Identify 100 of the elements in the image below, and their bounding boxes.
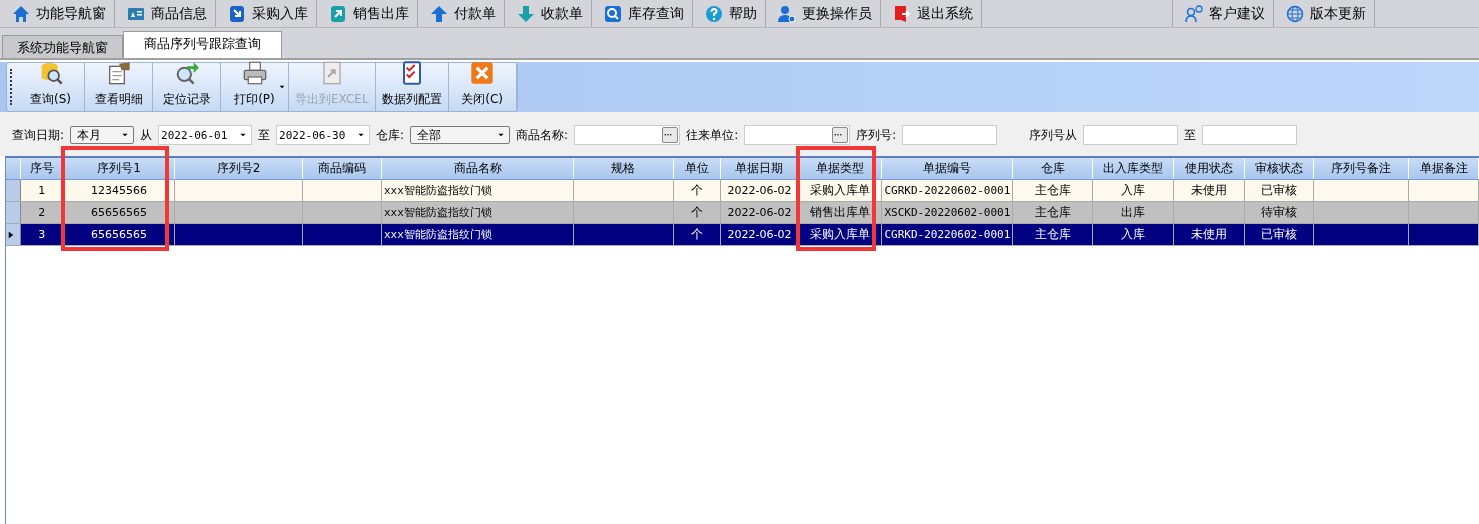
lookup-field[interactable] bbox=[744, 125, 851, 145]
caret-icon bbox=[497, 131, 506, 139]
column-header[interactable]: 审核状态 bbox=[1244, 158, 1314, 180]
column-header[interactable]: 单据编号 bbox=[881, 158, 1013, 180]
dropdown[interactable]: 全部 bbox=[410, 126, 511, 144]
up-arrow-icon bbox=[430, 4, 448, 23]
column-header[interactable]: 单据备注 bbox=[1408, 158, 1479, 180]
tab[interactable]: 系统功能导航窗 bbox=[2, 35, 123, 58]
field-label: 商品名称: bbox=[516, 126, 569, 144]
menu-item[interactable]: 客户建议 bbox=[1173, 0, 1274, 27]
help-icon bbox=[705, 4, 723, 23]
caret-icon bbox=[239, 131, 248, 139]
dropdown[interactable]: 本月 bbox=[70, 126, 135, 144]
column-header[interactable]: 使用状态 bbox=[1173, 158, 1245, 180]
caret-icon bbox=[357, 131, 366, 139]
table-cell: 1 bbox=[38, 184, 46, 197]
column-header[interactable]: 序列号2 bbox=[174, 158, 303, 180]
ellipsis-button[interactable] bbox=[662, 127, 679, 143]
search-icon bbox=[604, 4, 622, 23]
table-cell: 65656565 bbox=[90, 228, 147, 241]
caret-icon bbox=[121, 131, 130, 139]
table-cell: 65656565 bbox=[90, 206, 147, 219]
toolbar-button[interactable]: 查看明细 bbox=[85, 63, 153, 111]
column-header[interactable]: 商品编码 bbox=[302, 158, 382, 180]
menu-item[interactable]: 收款单 bbox=[505, 0, 592, 27]
column-header[interactable]: 仓库 bbox=[1012, 158, 1093, 180]
table-cell: 未使用 bbox=[1190, 227, 1227, 241]
menu-item[interactable]: 帮助 bbox=[693, 0, 766, 27]
field-label: 序列号从 bbox=[1029, 126, 1078, 144]
toolbar-button[interactable]: 定位记录 bbox=[153, 63, 221, 111]
table-cell: 个 bbox=[690, 205, 703, 219]
field-label: 至 bbox=[258, 126, 271, 144]
field-label: 查询日期: bbox=[12, 126, 65, 144]
input-field[interactable] bbox=[1083, 125, 1179, 145]
input-field[interactable] bbox=[1202, 125, 1298, 145]
column-header[interactable]: 单位 bbox=[673, 158, 721, 180]
search-arrow-icon bbox=[174, 61, 199, 85]
table-cell: 已审核 bbox=[1260, 227, 1297, 241]
table-cell: 2022-06-02 bbox=[727, 184, 792, 197]
table-cell: xxx智能防盗指纹门锁 bbox=[383, 184, 492, 197]
column-header[interactable]: 出入库类型 bbox=[1092, 158, 1174, 180]
table-cell: xxx智能防盗指纹门锁 bbox=[383, 206, 492, 219]
menu-item[interactable]: 销售出库 bbox=[317, 0, 418, 27]
printer-icon bbox=[242, 61, 267, 85]
column-header[interactable]: 序号 bbox=[20, 158, 63, 180]
menu-item[interactable]: 库存查询 bbox=[592, 0, 693, 27]
column-header[interactable]: 序列号备注 bbox=[1313, 158, 1409, 180]
triangle-pointer-icon bbox=[6, 229, 16, 240]
field-label: 序列号: bbox=[856, 126, 897, 144]
column-header[interactable]: 商品名称 bbox=[381, 158, 574, 180]
field-label: 至 bbox=[1184, 126, 1197, 144]
column-header[interactable]: 规格 bbox=[573, 158, 674, 180]
row-indicator[interactable] bbox=[6, 223, 21, 246]
table-cell: 主仓库 bbox=[1034, 227, 1071, 241]
user-chat-icon bbox=[1185, 4, 1203, 23]
table-cell: 12345566 bbox=[90, 184, 147, 197]
document-hand-icon bbox=[106, 61, 131, 85]
toolbar-button[interactable]: 查询(S) bbox=[17, 63, 85, 111]
globe-icon bbox=[1286, 4, 1304, 23]
table-cell: XSCKD-20220602-0001 bbox=[884, 206, 1011, 219]
table-cell: 2022-06-02 bbox=[727, 206, 792, 219]
lookup-field[interactable] bbox=[574, 125, 681, 145]
table-cell: 未使用 bbox=[1190, 183, 1227, 197]
exit-door-icon bbox=[893, 4, 911, 23]
input-field[interactable] bbox=[902, 125, 998, 145]
table-cell: 个 bbox=[690, 227, 703, 241]
toolbar-button[interactable]: 打印(P) bbox=[221, 63, 289, 111]
menu-item[interactable]: 采购入库 bbox=[216, 0, 317, 27]
toolbar-button[interactable]: 数据列配置 bbox=[375, 63, 449, 111]
menu-item[interactable]: 功能导航窗 bbox=[0, 0, 115, 27]
ellipsis-button[interactable] bbox=[832, 127, 849, 143]
toolbar-button[interactable]: 关闭(C) bbox=[448, 63, 517, 111]
column-header[interactable]: 单据类型 bbox=[798, 158, 882, 180]
column-header[interactable]: 序列号1 bbox=[63, 158, 175, 180]
menu-item[interactable]: 退出系统 bbox=[881, 0, 982, 27]
table-cell: 个 bbox=[690, 183, 703, 197]
table-cell: 待审核 bbox=[1260, 205, 1297, 219]
table-cell: xxx智能防盗指纹门锁 bbox=[383, 228, 492, 241]
table-cell: 3 bbox=[38, 228, 46, 241]
menu-item[interactable]: 更换操作员 bbox=[766, 0, 881, 27]
table-cell: 2022-06-02 bbox=[727, 228, 792, 241]
field-label: 从 bbox=[140, 126, 153, 144]
date-picker[interactable]: 2022-06-30 bbox=[276, 125, 371, 145]
down-arrow-icon bbox=[517, 4, 535, 23]
home-icon bbox=[12, 4, 30, 23]
menu-item[interactable]: 付款单 bbox=[418, 0, 505, 27]
menu-item[interactable]: 版本更新 bbox=[1274, 0, 1375, 27]
menu-item[interactable]: 商品信息 bbox=[115, 0, 216, 27]
date-picker[interactable]: 2022-06-01 bbox=[158, 125, 253, 145]
table-cell: 主仓库 bbox=[1034, 205, 1071, 219]
tab[interactable]: 商品序列号跟踪查询 bbox=[123, 31, 282, 58]
user-gear-icon bbox=[778, 4, 796, 23]
arrow-badge-icon bbox=[228, 4, 246, 23]
table-cell: 采购入库单 bbox=[810, 227, 871, 241]
column-header[interactable]: 单据日期 bbox=[720, 158, 799, 180]
table-cell: 已审核 bbox=[1260, 183, 1297, 197]
table-cell: 入库 bbox=[1121, 227, 1146, 241]
table-cell: 2 bbox=[38, 206, 46, 219]
table-cell: CGRKD-20220602-0001 bbox=[884, 228, 1011, 241]
arrow-badge-icon bbox=[329, 4, 347, 23]
